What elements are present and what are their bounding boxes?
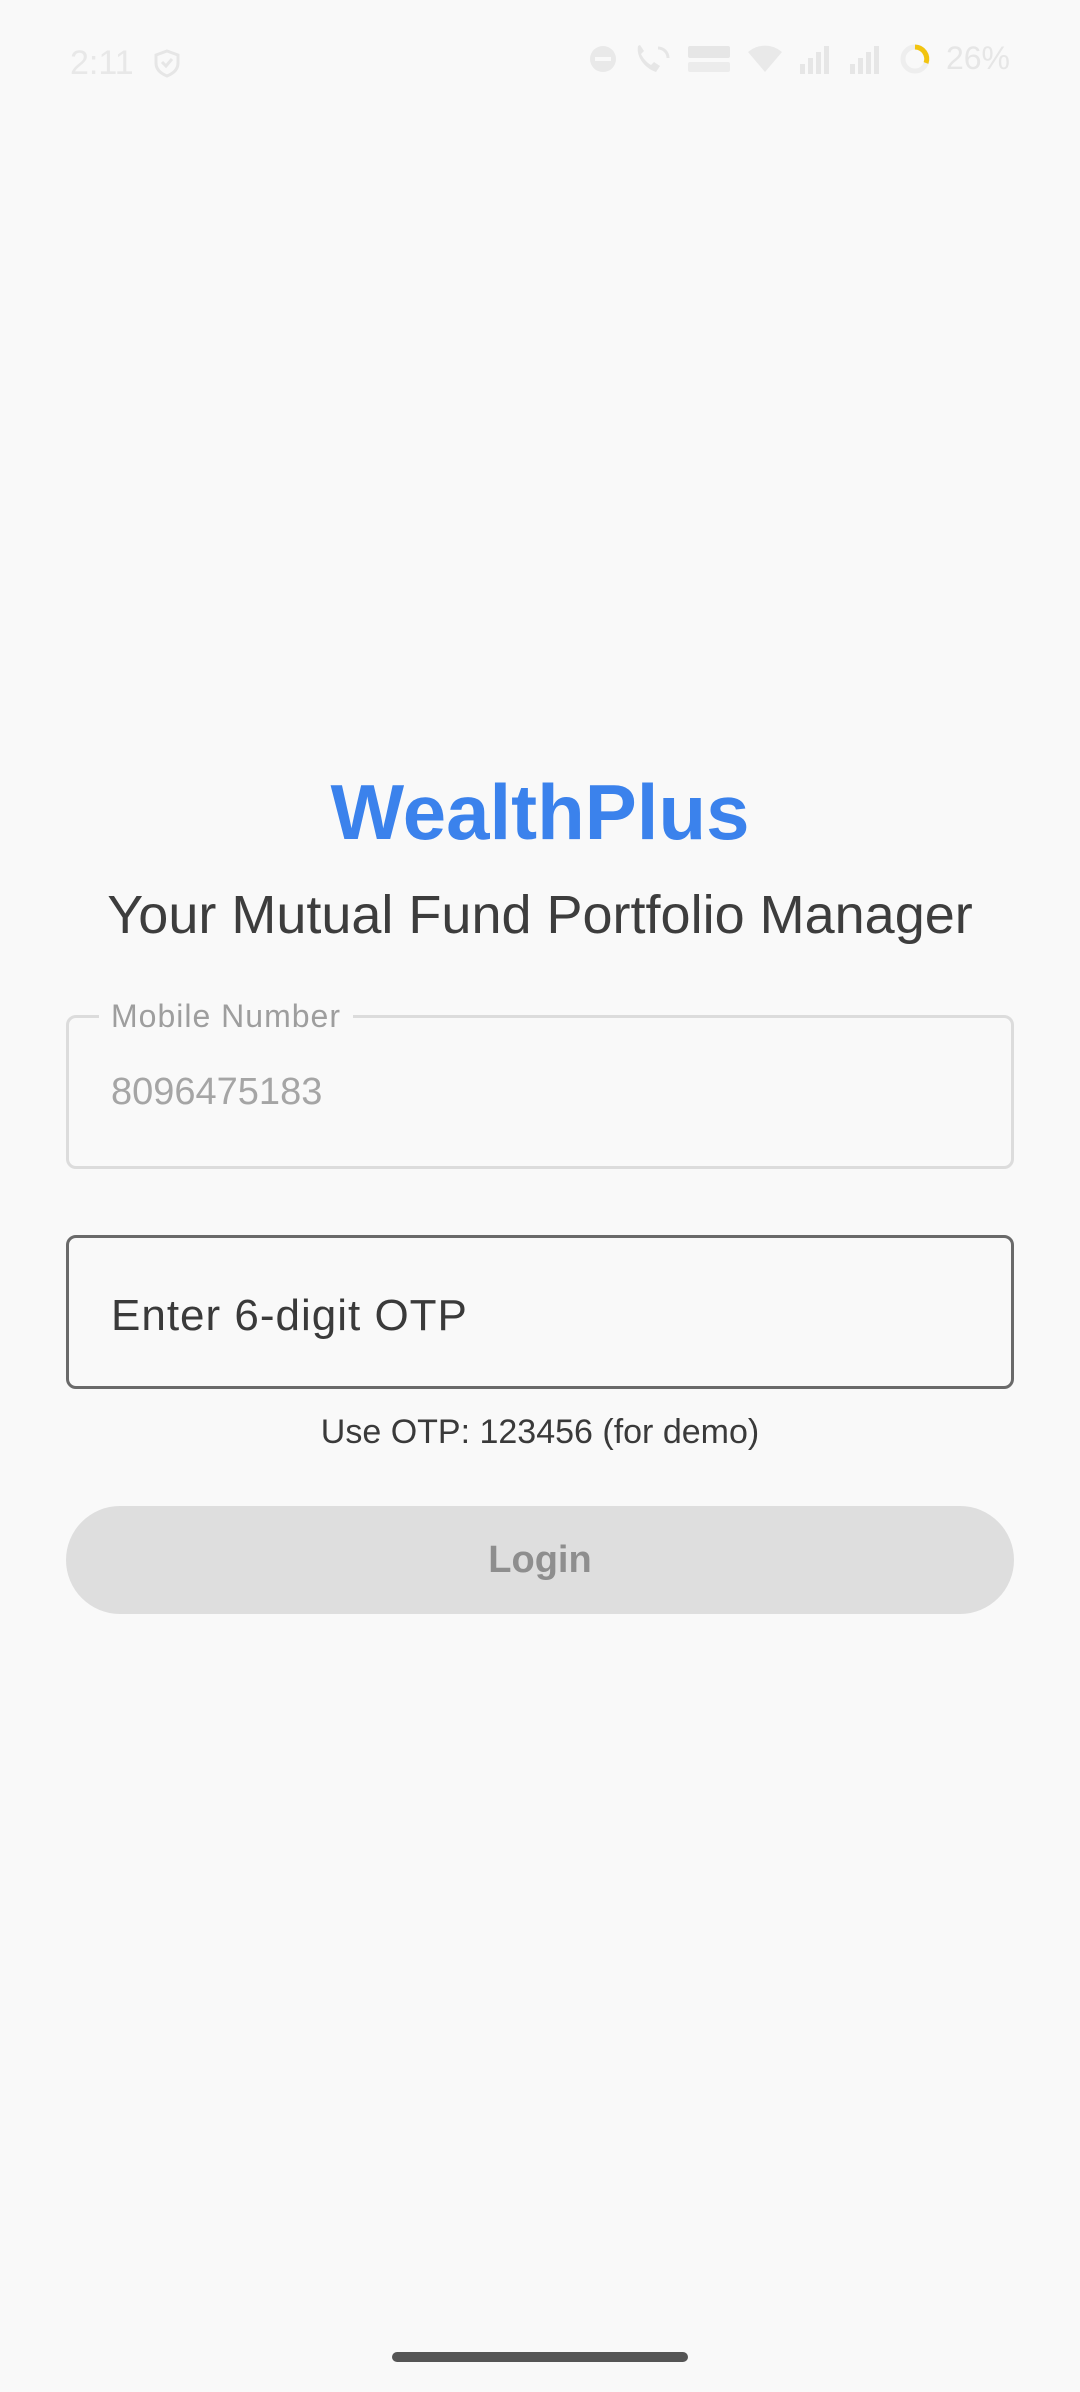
- otp-input[interactable]: [111, 1288, 971, 1344]
- home-indicator[interactable]: [392, 2352, 688, 2362]
- dnd-icon: [588, 44, 618, 74]
- otp-field[interactable]: [66, 1235, 1014, 1389]
- battery-icon: [898, 42, 932, 76]
- mobile-number-field[interactable]: Mobile Number: [66, 994, 1014, 1169]
- signal-icon-1: [798, 42, 834, 76]
- volte-icon: [686, 42, 732, 76]
- signal-icon-2: [848, 42, 884, 76]
- app-subtitle: Your Mutual Fund Portfolio Manager: [107, 885, 973, 945]
- mobile-number-label: Mobile Number: [99, 994, 353, 1038]
- shield-icon: [152, 48, 182, 78]
- status-bar: 2:11 26%: [0, 0, 1080, 130]
- wifi-icon: [746, 42, 784, 76]
- login-button[interactable]: Login: [66, 1506, 1014, 1614]
- app-title: WealthPlus: [330, 768, 750, 856]
- status-time: 2:11: [70, 44, 134, 82]
- otp-hint: Use OTP: 123456 (for demo): [320, 1413, 760, 1451]
- mobile-number-input[interactable]: [111, 1068, 971, 1116]
- wifi-call-icon: [632, 42, 672, 76]
- battery-percent: 26%: [945, 40, 1010, 76]
- status-icons: 26%: [588, 40, 1010, 77]
